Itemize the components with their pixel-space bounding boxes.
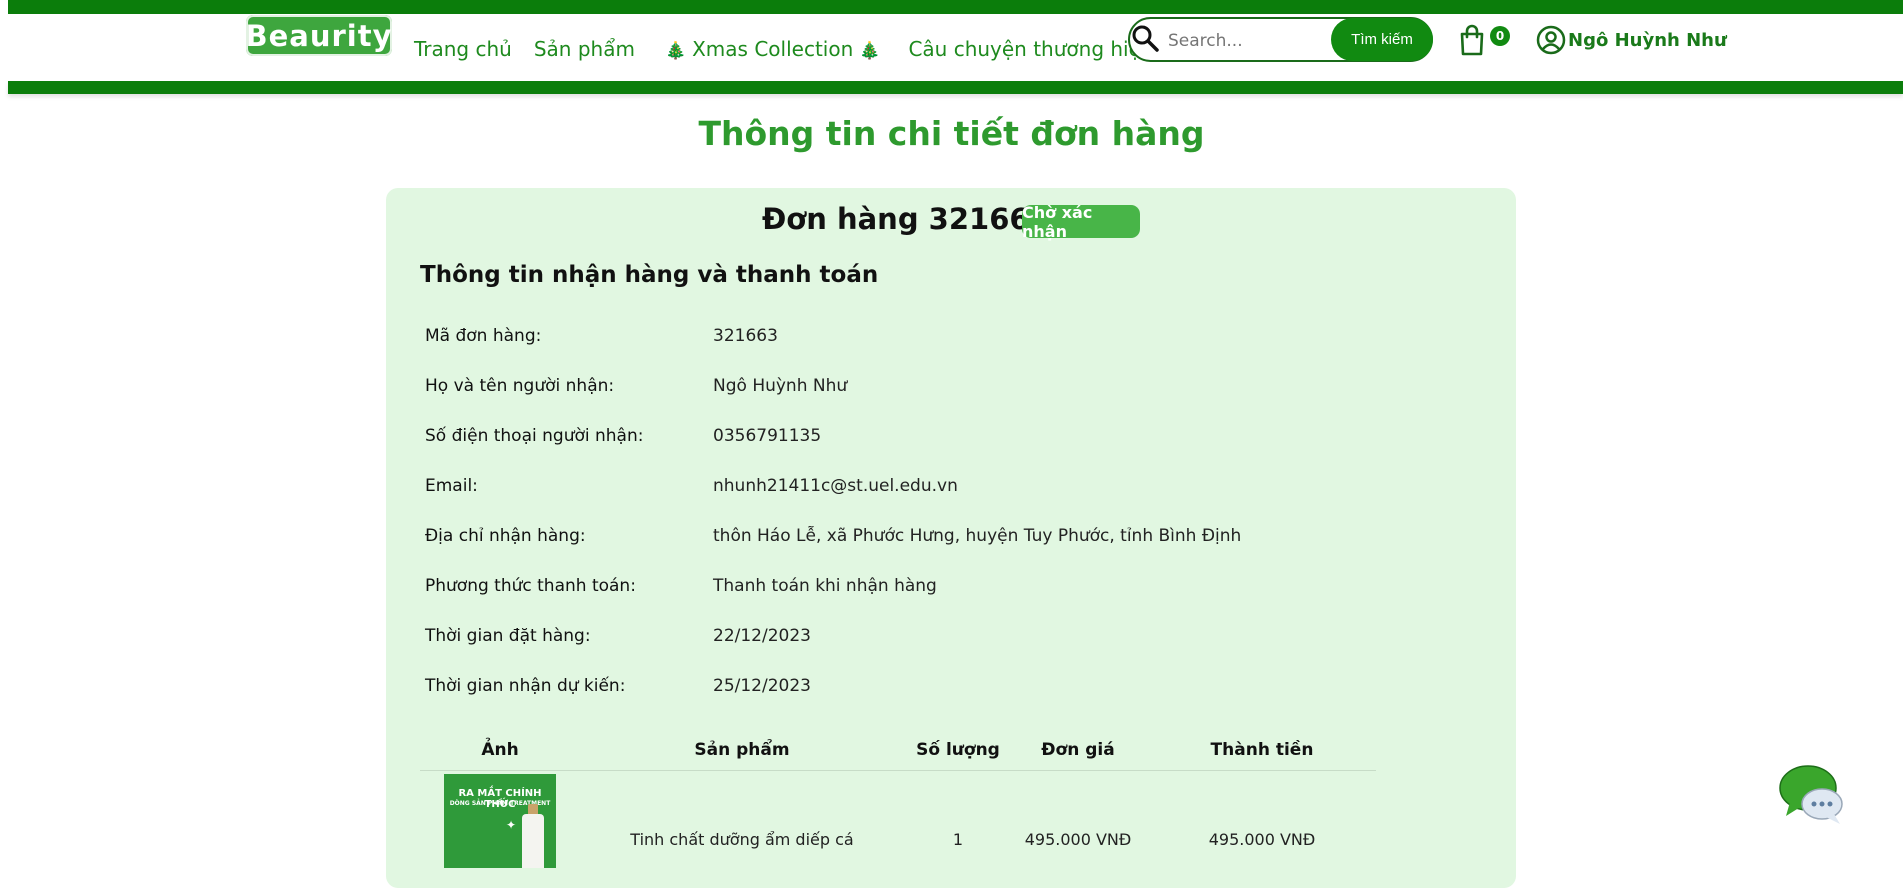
main-nav: Trang chủ Sản phẩm 🎄 Xmas Collection 🎄 Câu… bbox=[414, 36, 1176, 62]
info-value: Ngô Huỳnh Như bbox=[713, 376, 848, 396]
page-title: Thông tin chi tiết đơn hàng bbox=[698, 114, 1205, 153]
info-value: thôn Háo Lễ, xã Phước Hưng, huyện Tuy Ph… bbox=[713, 526, 1242, 546]
product-name[interactable]: Tinh chất dưỡng ẩm diếp cá bbox=[622, 830, 862, 849]
top-bar bbox=[8, 0, 1903, 14]
status-badge: Chờ xác nhận bbox=[1022, 203, 1140, 241]
search-button[interactable]: Tìm kiếm bbox=[1331, 18, 1433, 61]
table-header-total: Thành tiền bbox=[1210, 740, 1314, 760]
user-icon[interactable] bbox=[1536, 25, 1566, 55]
table-header-quantity: Số lượng bbox=[916, 740, 1000, 760]
nav-home[interactable]: Trang chủ bbox=[414, 37, 512, 61]
info-value: 22/12/2023 bbox=[713, 626, 811, 646]
cart-icon[interactable] bbox=[1458, 24, 1486, 56]
info-label: Thời gian đặt hàng: bbox=[425, 626, 591, 646]
search-icon[interactable] bbox=[1131, 24, 1159, 52]
table-header-image: Ảnh bbox=[481, 740, 519, 760]
info-label: Email: bbox=[425, 476, 478, 496]
info-value: Thanh toán khi nhận hàng bbox=[713, 576, 937, 596]
product-total: 495.000 VNĐ bbox=[1208, 830, 1316, 849]
info-value: 25/12/2023 bbox=[713, 676, 811, 696]
bottle-shape bbox=[522, 814, 544, 868]
brand-logo[interactable]: Beaurity bbox=[246, 15, 392, 56]
user-name-link[interactable]: Ngô Huỳnh Như bbox=[1568, 30, 1727, 51]
search-input[interactable] bbox=[1166, 26, 1330, 56]
table-header-unit-price: Đơn giá bbox=[1041, 740, 1115, 760]
info-label: Số điện thoại người nhận: bbox=[425, 426, 644, 446]
product-quantity: 1 bbox=[952, 830, 964, 849]
table-header-product: Sản phẩm bbox=[694, 740, 790, 760]
info-value: 0356791135 bbox=[713, 426, 822, 446]
product-unit-price: 495.000 VNĐ bbox=[1024, 830, 1132, 849]
info-label: Họ và tên người nhận: bbox=[425, 376, 615, 396]
section-title: Thông tin nhận hàng và thanh toán bbox=[420, 262, 879, 288]
header-bottom-bar bbox=[8, 81, 1903, 94]
info-label: Mã đơn hàng: bbox=[425, 326, 542, 346]
info-label: Thời gian nhận dự kiến: bbox=[425, 676, 626, 696]
product-image[interactable]: RA MẮT CHÍNH THỨC DÒNG SẢN PHẨM TREATMEN… bbox=[444, 774, 556, 868]
table-divider bbox=[420, 770, 1376, 771]
chat-icon[interactable] bbox=[1778, 760, 1846, 826]
nav-xmas-collection[interactable]: 🎄 Xmas Collection 🎄 bbox=[659, 37, 887, 61]
info-value: nhunh21411c@st.uel.edu.vn bbox=[713, 476, 958, 496]
nav-xmas-label: Xmas Collection bbox=[692, 37, 854, 61]
info-value: 321663 bbox=[713, 326, 778, 346]
info-label: Phương thức thanh toán: bbox=[425, 576, 636, 596]
order-title: Đơn hàng 321663 bbox=[762, 202, 1050, 236]
product-image-subline: DÒNG SẢN PHẨM TREATMENT bbox=[449, 800, 551, 807]
xmas-tree-icon: 🎄 bbox=[664, 41, 687, 61]
info-label: Địa chỉ nhận hàng: bbox=[425, 526, 586, 546]
nav-products[interactable]: Sản phẩm bbox=[534, 37, 635, 61]
cart-count-badge: 0 bbox=[1490, 26, 1510, 46]
xmas-tree-icon: 🎄 bbox=[859, 41, 881, 61]
sparkle-icon: ✦ bbox=[506, 818, 517, 832]
nav-brand-story[interactable]: Câu chuyện thương hiệu bbox=[908, 37, 1153, 61]
